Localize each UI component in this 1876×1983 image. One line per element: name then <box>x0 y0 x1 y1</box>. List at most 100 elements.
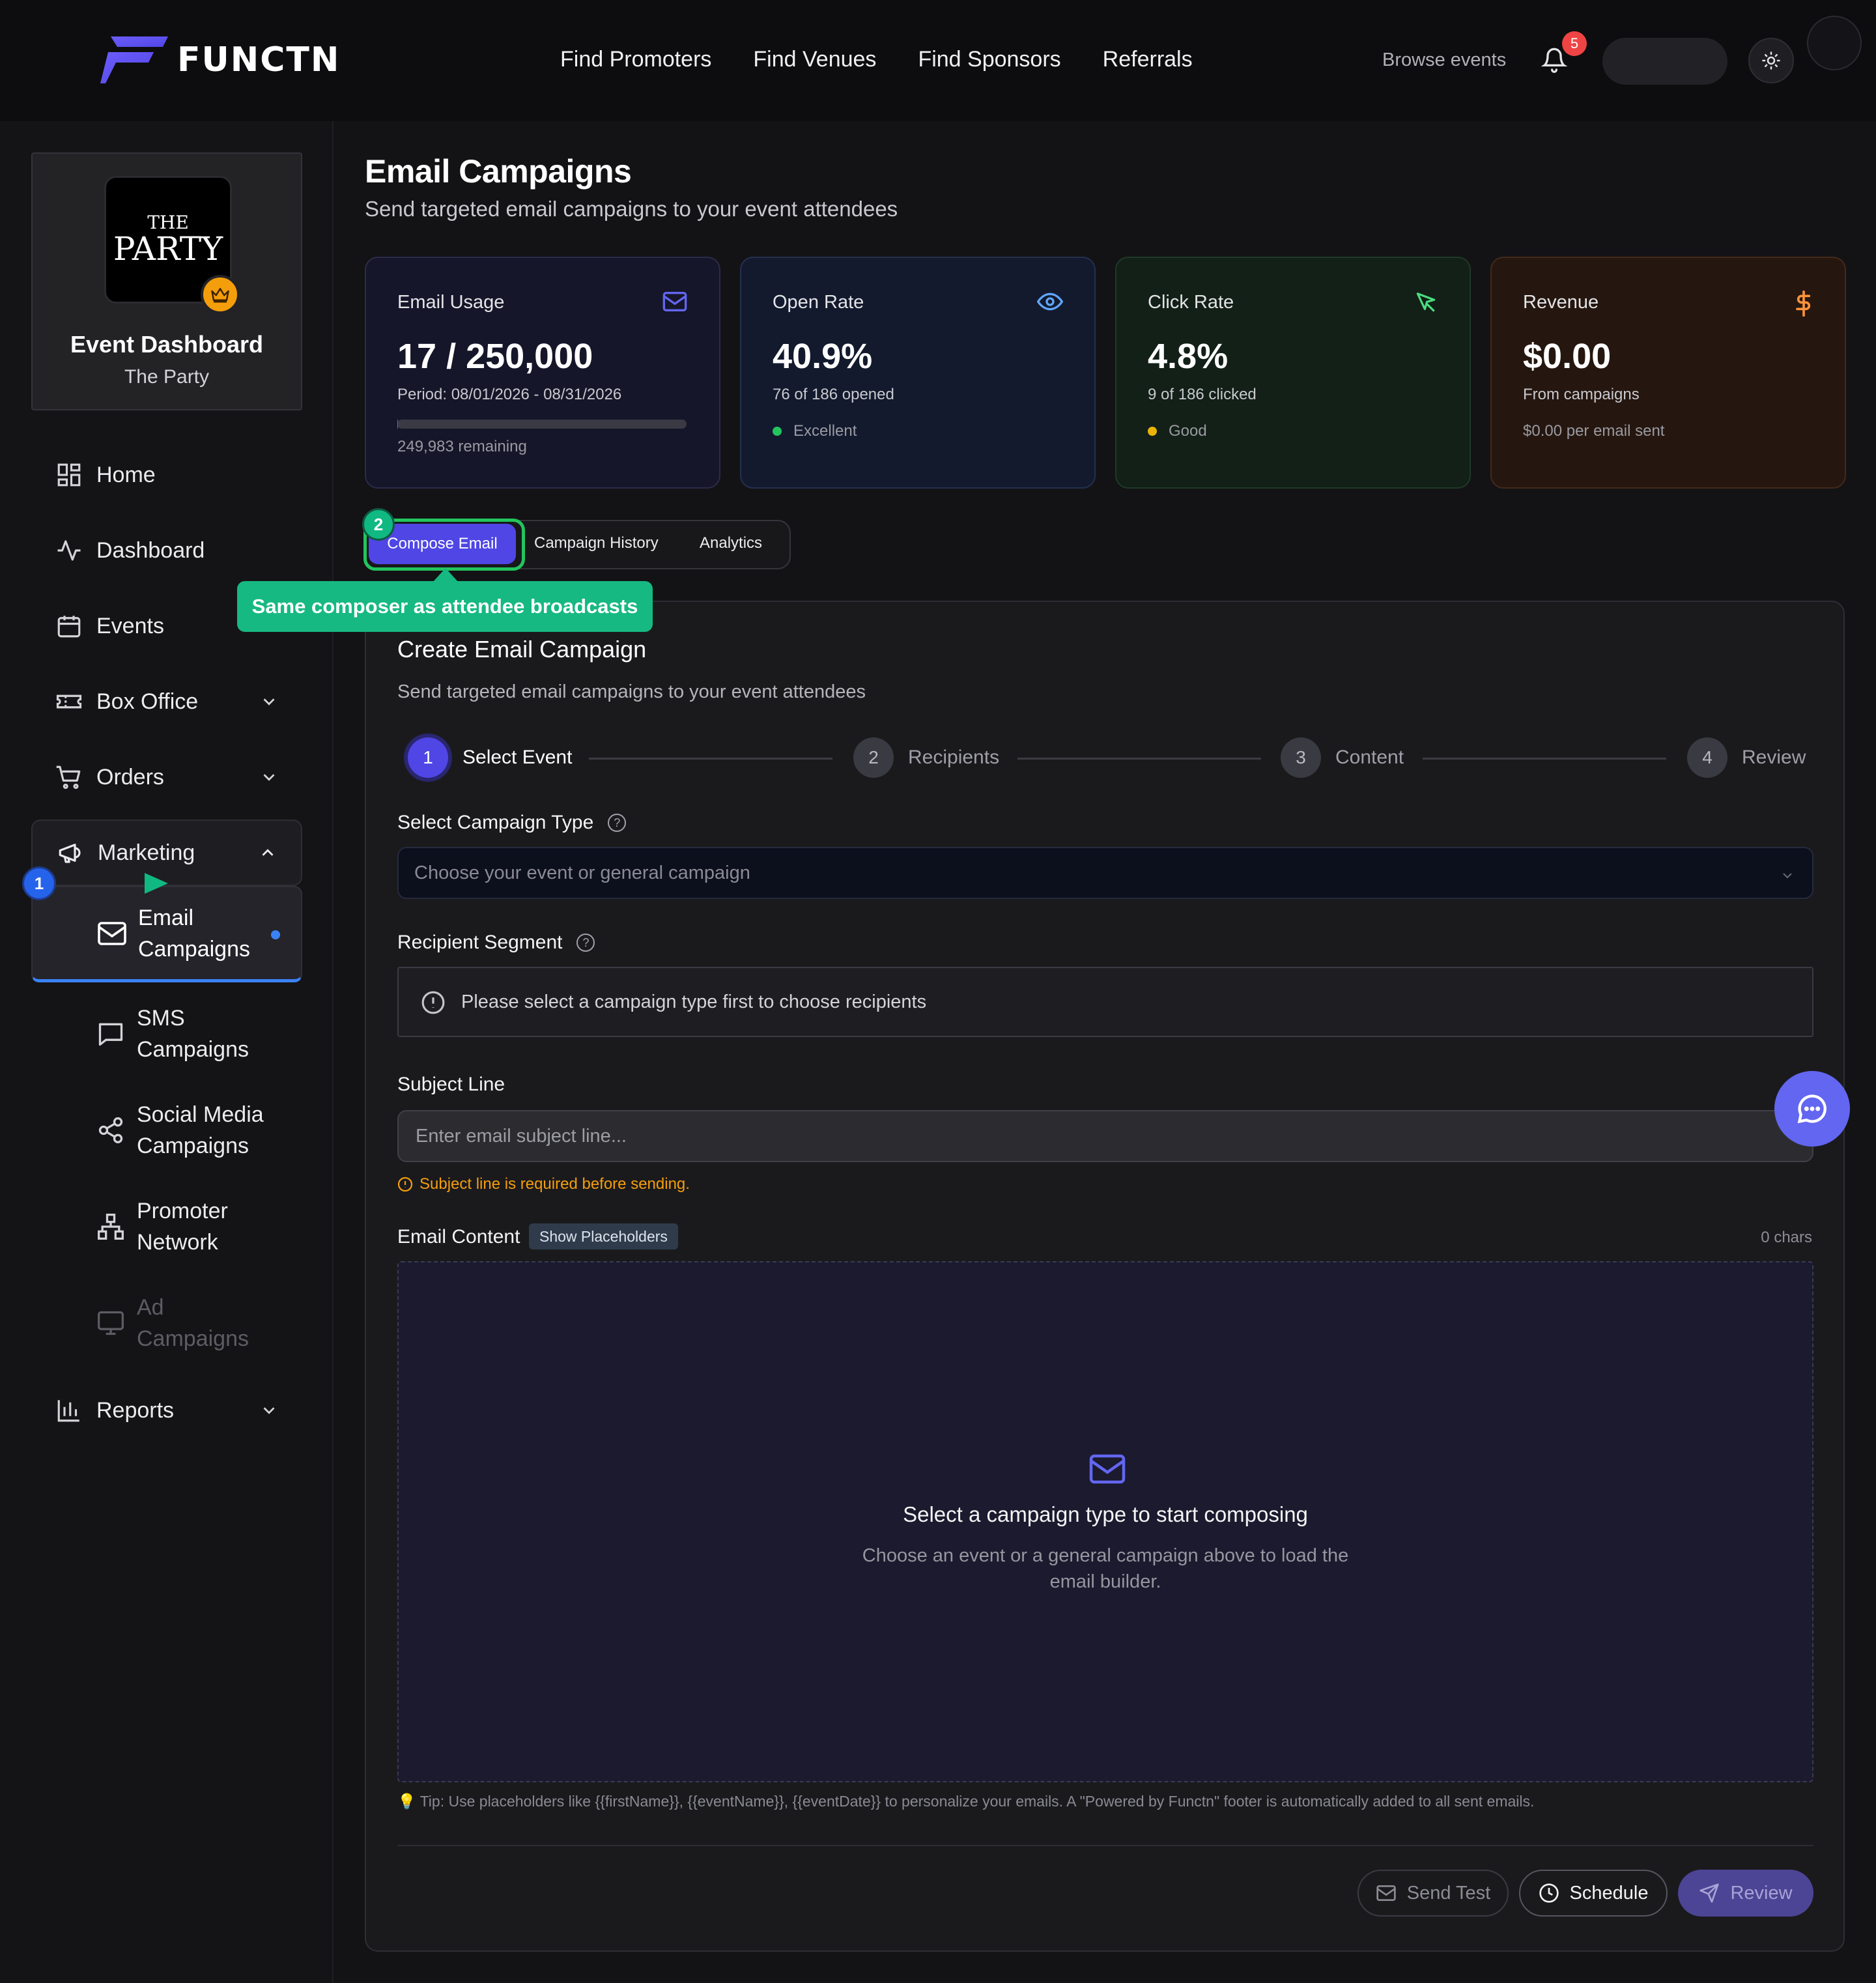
email-content-label: Email Content <box>397 1226 520 1248</box>
subject-line-input[interactable] <box>397 1110 1813 1162</box>
sidebar-item-label: Home <box>96 462 156 487</box>
subject-warning-text: Subject line is required before sending. <box>419 1175 690 1193</box>
subitem-label-line2: Campaigns <box>137 1326 249 1351</box>
stat-status-text: Good <box>1169 422 1207 440</box>
nav-referrals[interactable]: Referrals <box>1103 47 1193 72</box>
send-icon <box>1699 1883 1720 1903</box>
stat-status: Excellent <box>773 422 857 440</box>
step-select-event[interactable]: 1 Select Event <box>408 737 572 778</box>
usage-progress-fill <box>397 420 399 429</box>
review-button[interactable]: Review <box>1678 1870 1813 1917</box>
sidebar-item-box-office[interactable]: Box Office <box>31 672 302 731</box>
step-content[interactable]: 3 Content <box>1281 737 1404 778</box>
stat-detail: From campaigns <box>1523 386 1640 403</box>
alert-circle-icon <box>397 1177 413 1192</box>
avatar[interactable] <box>1807 16 1862 70</box>
event-card[interactable]: THE PARTY Event Dashboard The Party <box>31 152 302 410</box>
sidebar-subitem-social-media-campaigns[interactable]: Social Media Campaigns <box>31 1083 302 1178</box>
browse-events-link[interactable]: Browse events <box>1382 50 1506 71</box>
stat-value: 40.9% <box>773 337 873 376</box>
sidebar-subitem-promoter-network[interactable]: Promoter Network <box>31 1179 302 1274</box>
recipient-segment-label: Recipient Segment ? <box>397 932 595 954</box>
subitem-label-line1: SMS <box>137 1006 185 1031</box>
stat-detail: 76 of 186 opened <box>773 386 894 403</box>
subitem-label-line1: Promoter <box>137 1199 228 1223</box>
step-number: 3 <box>1281 737 1321 778</box>
footer-divider <box>397 1845 1813 1846</box>
calendar-icon <box>53 610 85 642</box>
sidebar-item-orders[interactable]: Orders <box>31 748 302 806</box>
sidebar-item-label: Marketing <box>98 840 195 865</box>
send-test-button[interactable]: Send Test <box>1357 1870 1509 1917</box>
brand-logo[interactable]: FUNCTN <box>100 36 340 83</box>
schedule-label: Schedule <box>1569 1882 1649 1904</box>
nav-find-venues[interactable]: Find Venues <box>753 47 876 72</box>
chat-button[interactable] <box>1774 1071 1850 1147</box>
stat-label: Click Rate <box>1148 292 1234 313</box>
network-icon <box>95 1211 126 1242</box>
megaphone-icon <box>55 837 86 868</box>
functn-logo-icon <box>100 36 168 83</box>
sidebar-item-reports[interactable]: Reports <box>31 1381 302 1440</box>
sidebar-subitem-sms-campaigns[interactable]: SMS Campaigns <box>31 986 302 1081</box>
stat-value: $0.00 <box>1523 337 1612 376</box>
sidebar-subitem-email-campaigns[interactable]: Email Campaigns <box>31 886 302 982</box>
user-menu[interactable] <box>1602 38 1727 85</box>
sidebar-item-label: Orders <box>96 764 164 790</box>
event-dashboard-title: Event Dashboard <box>70 331 264 358</box>
ticket-icon <box>53 686 85 717</box>
nav-find-promoters[interactable]: Find Promoters <box>560 47 711 72</box>
event-logo-line2: PARTY <box>113 230 223 268</box>
stat-period: Period: 08/01/2026 - 08/31/2026 <box>397 386 622 403</box>
theme-toggle-button[interactable] <box>1748 38 1794 83</box>
editor-empty-title: Select a campaign type to start composin… <box>903 1502 1308 1526</box>
subitem-label-line1: Email <box>138 905 194 930</box>
stat-remaining: 249,983 remaining <box>397 438 527 455</box>
sidebar: THE PARTY Event Dashboard The Party Home… <box>0 121 334 1983</box>
mail-icon <box>1089 1454 1126 1484</box>
help-icon[interactable]: ? <box>608 814 627 832</box>
message-icon <box>95 1018 126 1049</box>
stat-card-open-rate: Open Rate 40.9% 76 of 186 opened Excelle… <box>740 257 1096 489</box>
bar-chart-icon <box>53 1395 85 1426</box>
chat-bubble-icon <box>1797 1094 1826 1124</box>
tab-campaign-history[interactable]: Campaign History <box>534 534 659 552</box>
schedule-button[interactable]: Schedule <box>1519 1870 1668 1917</box>
brand-name: FUNCTN <box>177 40 341 79</box>
campaign-type-placeholder: Choose your event or general campaign <box>414 863 750 883</box>
step-connector <box>1017 758 1261 760</box>
step-review[interactable]: 4 Review <box>1687 737 1806 778</box>
review-label: Review <box>1730 1882 1793 1904</box>
help-icon[interactable]: ? <box>576 934 595 952</box>
grid-icon <box>53 459 85 491</box>
stat-label: Revenue <box>1523 292 1599 313</box>
tour-pointer <box>145 873 168 894</box>
step-connector <box>1423 758 1666 760</box>
subject-warning: Subject line is required before sending. <box>397 1175 690 1193</box>
show-placeholders-button[interactable]: Show Placeholders <box>529 1223 678 1249</box>
tour-tooltip: Same composer as attendee broadcasts <box>237 581 653 632</box>
usage-progress-bar <box>397 420 687 429</box>
stat-label: Email Usage <box>397 292 505 313</box>
sidebar-item-label: Box Office <box>96 689 199 714</box>
nav-find-sponsors[interactable]: Find Sponsors <box>918 47 1060 72</box>
tab-analytics[interactable]: Analytics <box>700 534 762 552</box>
eye-icon <box>1037 291 1063 313</box>
sidebar-item-dashboard[interactable]: Dashboard <box>31 521 302 580</box>
stat-card-revenue: Revenue $0.00 From campaigns $0.00 per e… <box>1490 257 1846 489</box>
sidebar-item-label: Dashboard <box>96 537 205 563</box>
crown-icon <box>201 275 240 314</box>
chevron-down-icon <box>1783 873 1792 879</box>
stat-value: 17 / 250,000 <box>397 337 593 376</box>
step-recipients[interactable]: 2 Recipients <box>853 737 999 778</box>
subject-line-label: Subject Line <box>397 1074 505 1095</box>
sidebar-item-home[interactable]: Home <box>31 446 302 504</box>
campaign-type-label-text: Select Campaign Type <box>397 812 594 833</box>
send-test-label: Send Test <box>1406 1882 1491 1904</box>
placeholder-tip: 💡 Tip: Use placeholders like {{firstName… <box>397 1793 1535 1810</box>
sidebar-subitem-ad-campaigns[interactable]: Ad Campaigns <box>31 1276 302 1371</box>
step-number: 1 <box>408 737 448 778</box>
subitem-label-line2: Campaigns <box>138 936 250 962</box>
main-nav: Find Promoters Find Venues Find Sponsors… <box>560 47 1193 72</box>
status-dot <box>1148 427 1157 436</box>
